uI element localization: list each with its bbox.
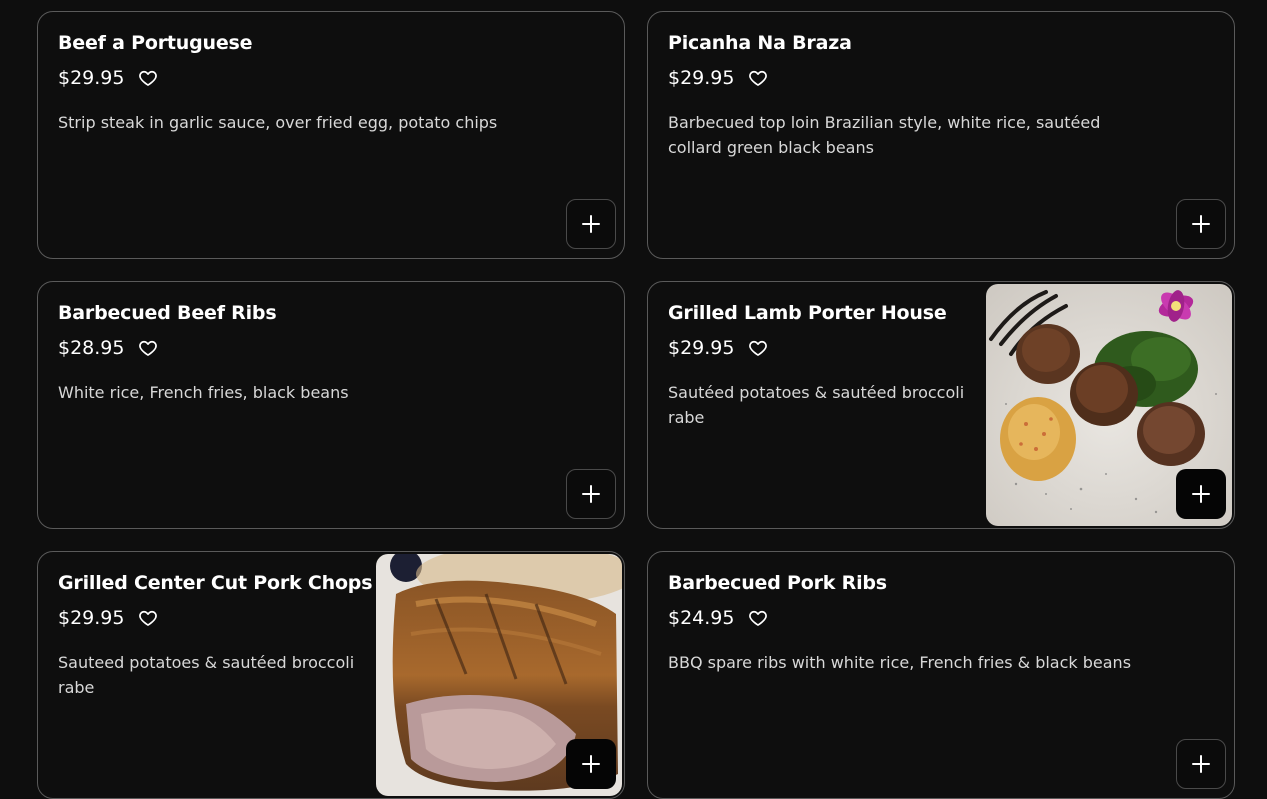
heart-outline-icon[interactable] (138, 608, 158, 628)
menu-item-card[interactable]: Barbecued Pork Ribs $24.95 BBQ spare rib… (647, 551, 1235, 799)
item-title: Grilled Lamb Porter House (668, 302, 947, 324)
price-row: $29.95 (668, 337, 768, 359)
heart-outline-icon[interactable] (748, 338, 768, 358)
item-description-line: collard green black beans (668, 138, 874, 157)
item-title: Picanha Na Braza (668, 32, 852, 54)
heart-outline-icon[interactable] (748, 68, 768, 88)
menu-item-card[interactable]: Grilled Lamb Porter House $29.95 Sautéed… (647, 281, 1235, 529)
heart-outline-icon[interactable] (138, 68, 158, 88)
menu-item-grid: Beef a Portuguese $29.95 Strip steak in … (0, 0, 1267, 799)
add-to-cart-button[interactable] (1176, 199, 1226, 249)
plus-icon (582, 485, 600, 503)
item-description: White rice, French fries, black beans (58, 383, 349, 402)
item-title: Beef a Portuguese (58, 32, 253, 54)
item-description-line: rabe (58, 678, 95, 697)
price-row: $24.95 (668, 607, 768, 629)
item-price: $29.95 (58, 67, 125, 89)
price-row: $29.95 (58, 607, 158, 629)
menu-item-card[interactable]: Beef a Portuguese $29.95 Strip steak in … (37, 11, 625, 259)
heart-outline-icon[interactable] (138, 338, 158, 358)
item-price: $29.95 (58, 607, 125, 629)
plus-icon (1192, 485, 1210, 503)
item-description-line: Sauteed potatoes & sautéed broccoli (58, 653, 355, 672)
plus-icon (1192, 755, 1210, 773)
add-to-cart-button[interactable] (566, 469, 616, 519)
plus-icon (1192, 215, 1210, 233)
item-description: BBQ spare ribs with white rice, French f… (668, 653, 1132, 672)
item-title: Barbecued Pork Ribs (668, 572, 887, 594)
item-description-line: Sautéed potatoes & sautéed broccoli (668, 383, 965, 402)
item-description-line: Barbecued top loin Brazilian style, whit… (668, 113, 1101, 132)
item-price: $24.95 (668, 607, 735, 629)
plus-icon (582, 215, 600, 233)
menu-item-card[interactable]: Grilled Center Cut Pork Chops $29.95 Sau… (37, 551, 625, 799)
add-to-cart-button[interactable] (1176, 469, 1226, 519)
heart-outline-icon[interactable] (748, 608, 768, 628)
price-row: $28.95 (58, 337, 158, 359)
plus-icon (582, 755, 600, 773)
price-row: $29.95 (668, 67, 768, 89)
menu-item-card[interactable]: Picanha Na Braza $29.95 Barbecued top lo… (647, 11, 1235, 259)
price-row: $29.95 (58, 67, 158, 89)
item-description: Sautéed potatoes & sautéed broccoli rabe (668, 380, 964, 430)
item-title: Grilled Center Cut Pork Chops (58, 572, 373, 594)
add-to-cart-button[interactable] (1176, 739, 1226, 789)
menu-item-card[interactable]: Barbecued Beef Ribs $28.95 White rice, F… (37, 281, 625, 529)
item-price: $29.95 (668, 67, 735, 89)
item-description-line: rabe (668, 408, 705, 427)
item-title: Barbecued Beef Ribs (58, 302, 277, 324)
add-to-cart-button[interactable] (566, 739, 616, 789)
item-price: $28.95 (58, 337, 125, 359)
item-description: Strip steak in garlic sauce, over fried … (58, 113, 498, 132)
item-description: Sauteed potatoes & sautéed broccoli rabe (58, 650, 354, 700)
add-to-cart-button[interactable] (566, 199, 616, 249)
item-description: Barbecued top loin Brazilian style, whit… (668, 110, 1100, 160)
item-price: $29.95 (668, 337, 735, 359)
